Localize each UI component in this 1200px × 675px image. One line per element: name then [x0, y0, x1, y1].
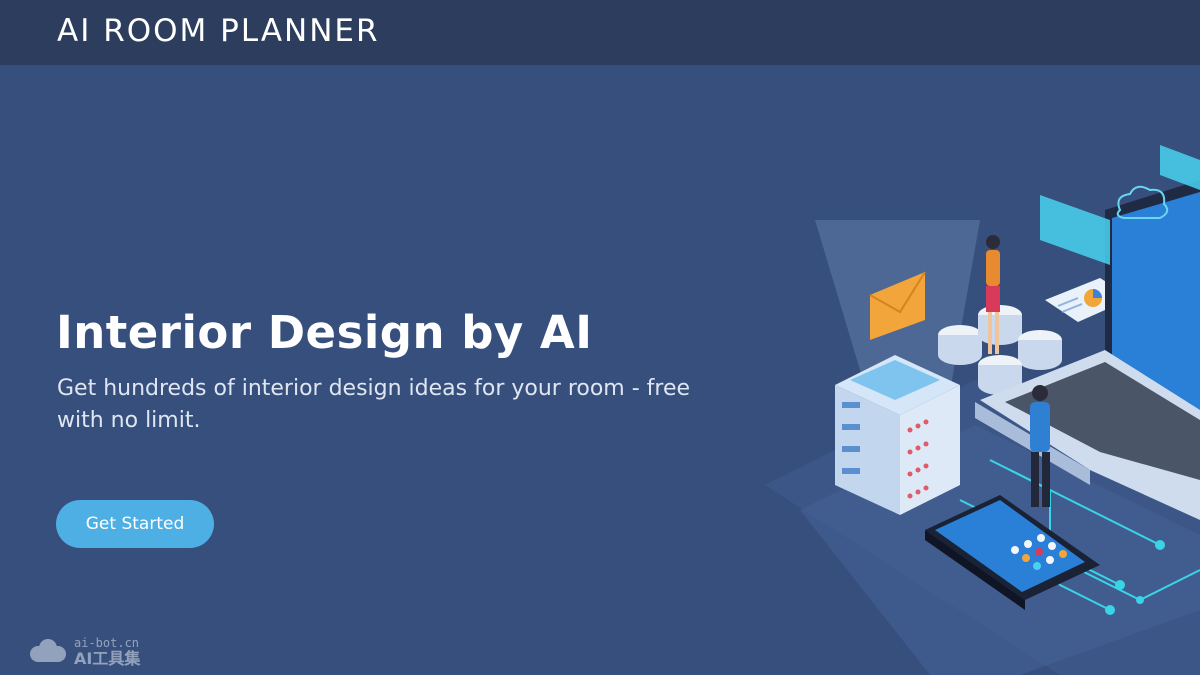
hero-title: Interior Design by AI	[56, 306, 593, 359]
cloud-logo-icon	[30, 639, 66, 662]
site-logo[interactable]: AI ROOM PLANNER	[57, 13, 380, 49]
top-navigation-bar: AI ROOM PLANNER	[0, 0, 1200, 65]
watermark: ai-bot.cn AI工具集	[28, 636, 141, 668]
server-stack-icon	[835, 355, 960, 515]
get-started-button[interactable]: Get Started	[56, 500, 214, 548]
floating-panel-icon	[1040, 195, 1110, 265]
isometric-tech-illustration	[765, 145, 1200, 675]
hero-subtitle: Get hundreds of interior design ideas fo…	[57, 376, 691, 433]
watermark-name: AI工具集	[74, 649, 141, 668]
